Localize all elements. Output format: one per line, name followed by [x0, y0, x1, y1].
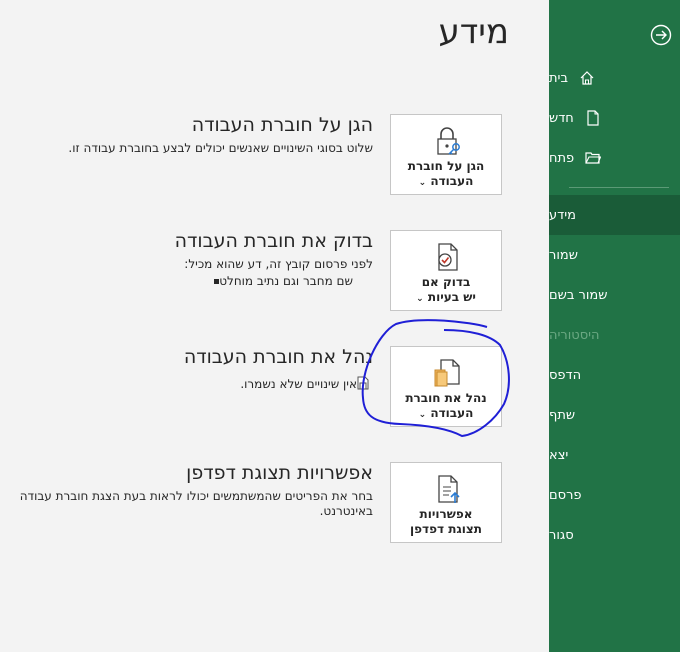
- chevron-down-icon: ⌄: [418, 178, 427, 188]
- sidebar-item-new[interactable]: חדש: [549, 98, 680, 138]
- page-title: מידע: [438, 12, 509, 52]
- sidebar-item-label: פתח: [549, 150, 575, 166]
- sidebar-item-label: חדש: [549, 110, 574, 126]
- sidebar-item-label: יצא: [549, 447, 569, 463]
- tile-label-line2: יש בעיות ⌄: [416, 290, 476, 304]
- manage-workbook-icon: [434, 359, 460, 387]
- section-title: אפשרויות תצוגת דפדפן: [186, 462, 373, 484]
- browser-view-options-button[interactable]: אפשרויות תצוגת דפדפן: [390, 462, 502, 543]
- section-title: הגן על חוברת העבודה: [191, 114, 373, 136]
- sidebar-item-info[interactable]: מידע: [549, 195, 680, 235]
- sidebar-item-publish[interactable]: פרסם: [549, 475, 680, 515]
- sidebar-item-label: בית: [549, 70, 568, 86]
- chevron-down-icon: ⌄: [416, 294, 424, 304]
- protect-workbook-button[interactable]: הגן על חוברת העבודה ⌄: [390, 114, 502, 195]
- document-saved-icon: [357, 376, 369, 390]
- tile-label-line1: הגן על חוברת: [407, 159, 485, 173]
- bullet-item: שם מחבר וגם נתיב מוחלט: [206, 273, 353, 289]
- sidebar-item-label: שתף: [549, 407, 576, 423]
- annotation-circle: [361, 319, 510, 438]
- tile-label-line1: נהל את חוברת: [405, 391, 487, 405]
- sidebar-item-label: פרסם: [549, 487, 582, 503]
- tile-label-line1: בדוק אם: [421, 275, 471, 289]
- section-description: שלוט בסוגי השינויים שאנשים יכולים לבצע ב…: [68, 141, 373, 155]
- document-check-icon: [438, 243, 458, 271]
- sidebar-item-export[interactable]: יצא: [549, 435, 680, 475]
- manage-workbook-button[interactable]: נהל את חוברת העבודה ⌄: [390, 346, 502, 427]
- tile-label-line2: תצוגת דפדפן: [410, 522, 482, 536]
- sidebar-item-history: היסטוריה: [549, 315, 680, 355]
- section-title: בדוק את חוברת העבודה: [174, 230, 373, 252]
- sidebar-divider: [569, 187, 669, 188]
- section-description: לפני פרסום קובץ זה, דע שהוא מכיל:: [184, 257, 373, 271]
- sidebar-item-label: שמור בשם: [549, 287, 608, 303]
- sidebar-item-label: שמור: [549, 247, 578, 263]
- browser-view-icon: [438, 475, 460, 503]
- section-description-line2: באינטרנט.: [319, 504, 373, 518]
- sidebar-item-save-as[interactable]: שמור בשם: [549, 275, 680, 315]
- sidebar-item-label: סגור: [549, 527, 574, 543]
- sidebar-item-save[interactable]: שמור: [549, 235, 680, 275]
- tile-label-line1: אפשרויות: [419, 507, 473, 521]
- check-for-issues-button[interactable]: בדוק אם יש בעיות ⌄: [390, 230, 502, 311]
- sidebar-item-print[interactable]: הדפס: [549, 355, 680, 395]
- home-icon: [578, 69, 596, 87]
- sidebar-item-label: מידע: [549, 207, 576, 223]
- sidebar-item-close[interactable]: סגור: [549, 515, 680, 555]
- section-title: נהל את חוברת העבודה: [183, 346, 373, 368]
- backstage-sidebar: בית חדש פתח מידע שמור שמור בשם היסטוריה …: [549, 0, 680, 652]
- new-document-icon: [584, 109, 602, 127]
- back-arrow-icon[interactable]: [650, 24, 672, 46]
- tile-label-line2: העבודה ⌄: [418, 174, 474, 188]
- tile-label-line2: העבודה ⌄: [418, 406, 474, 420]
- info-page: מידע הגן על חוברת העבודה ⌄ הגן על חוברת …: [0, 0, 549, 652]
- section-description: בחר את הפריטים שהמשתמשים יכולו לראות בעת…: [19, 489, 373, 503]
- sidebar-item-open[interactable]: פתח: [549, 138, 680, 178]
- section-description: אין שינויים שלא נשמרו.: [240, 377, 357, 391]
- sidebar-item-label: היסטוריה: [549, 327, 600, 343]
- sidebar-item-label: הדפס: [549, 367, 582, 383]
- open-folder-icon: [584, 149, 602, 167]
- chevron-down-icon: ⌄: [418, 410, 427, 420]
- sidebar-item-share[interactable]: שתף: [549, 395, 680, 435]
- lock-key-icon: [437, 127, 460, 155]
- sidebar-item-home[interactable]: בית: [549, 58, 680, 98]
